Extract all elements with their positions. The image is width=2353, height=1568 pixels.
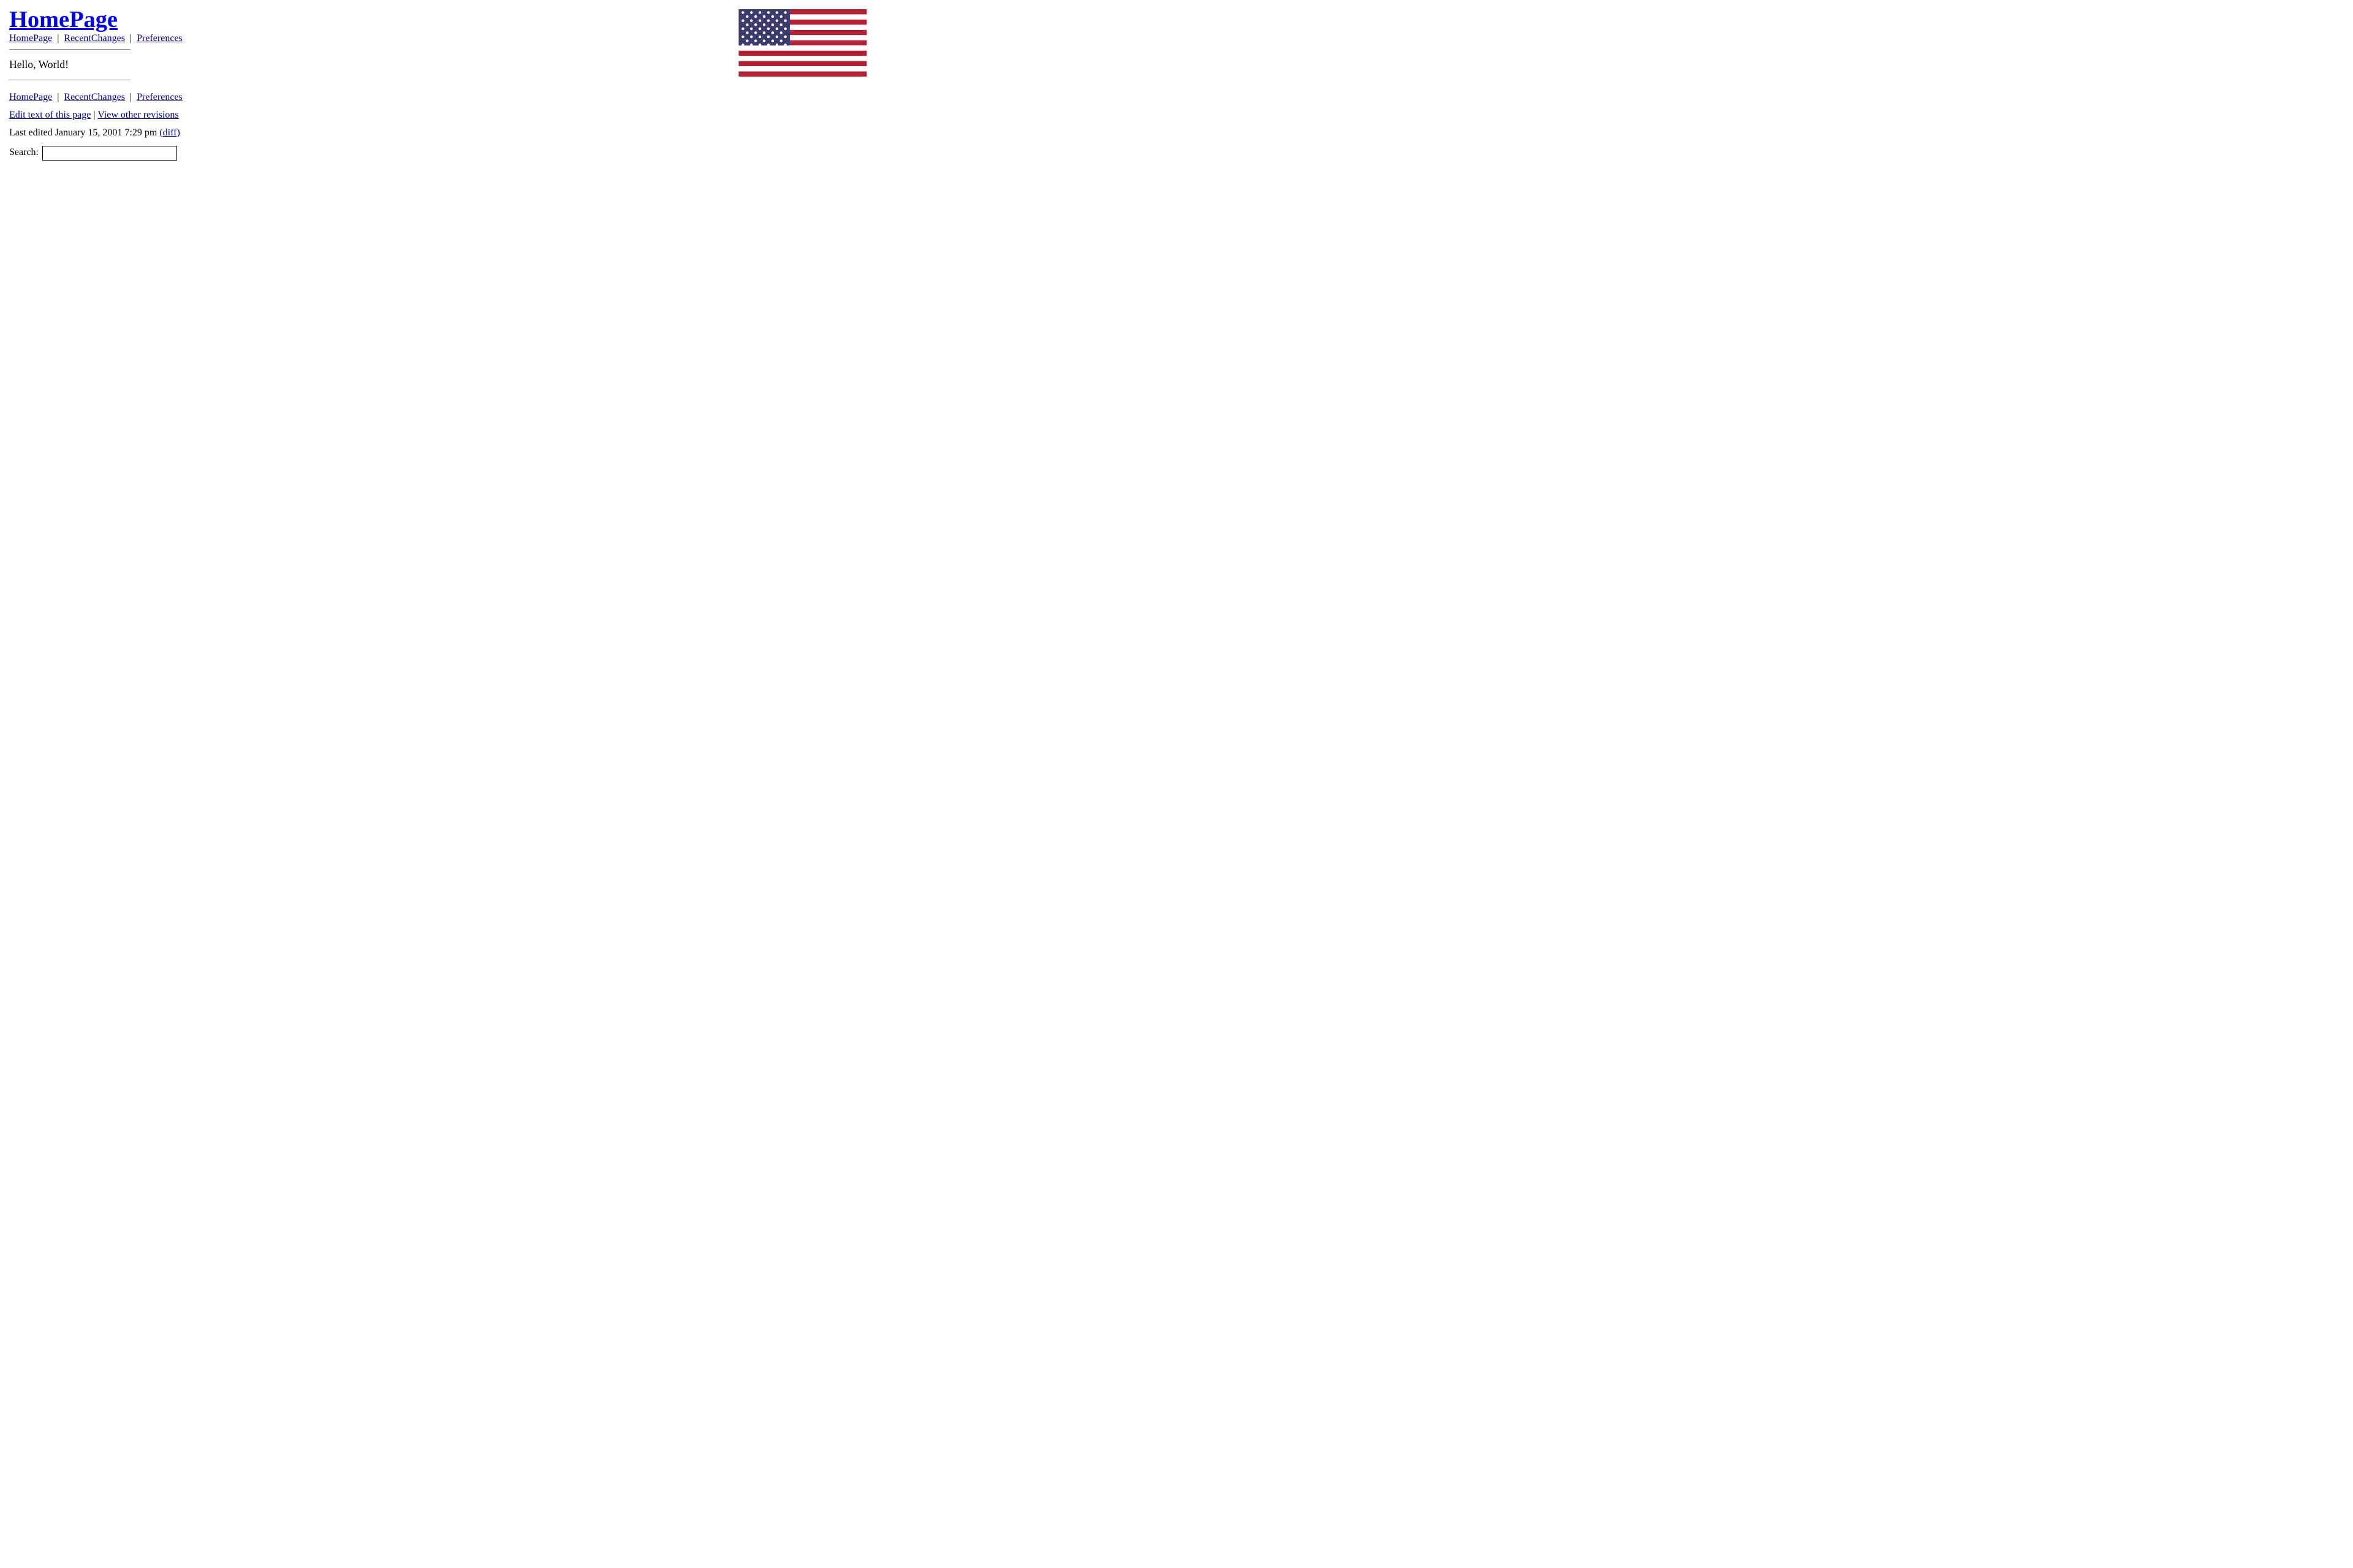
bottom-nav-line2: Edit text of this page | View other revi… bbox=[9, 107, 183, 124]
top-nav: HomePage | RecentChanges | Preferences bbox=[9, 33, 183, 44]
page-wrapper: HomePage HomePage | RecentChanges | Pref… bbox=[9, 6, 867, 162]
bottom-nav-homepage[interactable]: HomePage bbox=[9, 92, 52, 102]
header-left: HomePage HomePage | RecentChanges | Pref… bbox=[9, 6, 183, 162]
search-input[interactable] bbox=[42, 146, 177, 161]
top-nav-preferences[interactable]: Preferences bbox=[137, 33, 183, 44]
top-divider bbox=[9, 49, 131, 50]
view-revisions-link[interactable]: View other revisions bbox=[97, 110, 178, 120]
diff-link[interactable]: (diff) bbox=[159, 127, 180, 138]
top-nav-homepage[interactable]: HomePage bbox=[9, 33, 52, 44]
page-content-text: Hello, World! bbox=[9, 58, 69, 70]
us-flag-svg bbox=[738, 9, 867, 77]
bottom-nav-sep1: | bbox=[57, 92, 59, 102]
top-nav-recentchanges[interactable]: RecentChanges bbox=[64, 33, 125, 44]
top-nav-separator-2: | bbox=[130, 33, 132, 44]
page-title-link[interactable]: HomePage bbox=[9, 7, 118, 32]
last-edited-line: Last edited January 15, 2001 7:29 pm (di… bbox=[9, 124, 183, 142]
content-section: Hello, World! bbox=[9, 58, 183, 71]
header-section: HomePage HomePage | RecentChanges | Pref… bbox=[9, 6, 867, 162]
edit-text-link[interactable]: Edit text of this page bbox=[9, 110, 91, 120]
last-edited-text: Last edited January 15, 2001 7:29 pm bbox=[9, 127, 157, 138]
bottom-nav-line1: HomePage | RecentChanges | Preferences bbox=[9, 89, 183, 107]
bottom-nav-sep2: | bbox=[130, 92, 132, 102]
bottom-nav-recentchanges[interactable]: RecentChanges bbox=[64, 92, 125, 102]
us-flag bbox=[738, 9, 867, 77]
top-nav-separator-1: | bbox=[57, 33, 59, 44]
bottom-nav-preferences[interactable]: Preferences bbox=[137, 92, 183, 102]
bottom-nav: HomePage | RecentChanges | Preferences E… bbox=[9, 89, 183, 162]
search-label: Search: bbox=[9, 144, 39, 162]
search-line: Search: bbox=[9, 144, 183, 162]
